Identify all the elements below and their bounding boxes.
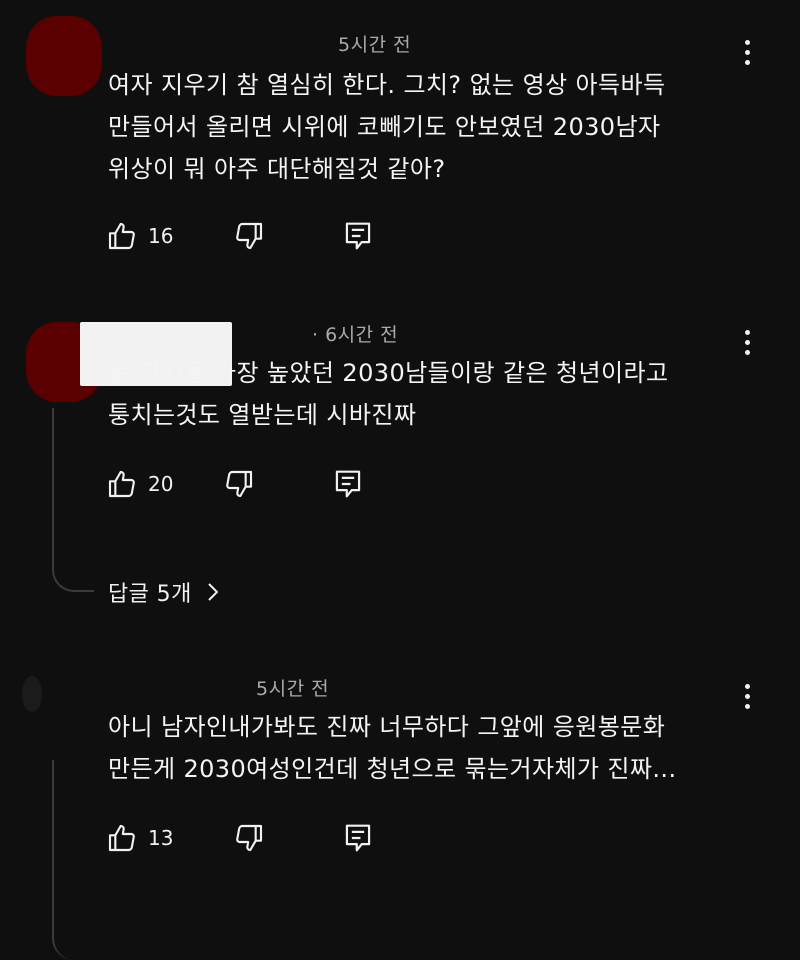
thumbs-down-icon (236, 824, 263, 852)
reply-icon (346, 222, 371, 250)
dislike-button[interactable] (223, 468, 255, 500)
comment-text: 아니 남자인내가봐도 진짜 너무하다 그앞에 응원봉문화 만든게 2030여성인… (108, 713, 677, 783)
chevron-right-icon (208, 583, 219, 601)
thumbs-down-icon (226, 470, 253, 498)
avatar[interactable] (22, 676, 42, 712)
like-button[interactable]: 16 (106, 220, 173, 252)
thread-line (52, 408, 94, 592)
comment-actions: 16 (106, 216, 373, 256)
replies-label: 답글 5개 (108, 582, 192, 607)
more-vert-icon (744, 683, 750, 689)
reply-icon (336, 470, 361, 498)
comment-time: 5시간 전 (338, 34, 412, 56)
thread-line (52, 760, 94, 960)
reply-button[interactable] (333, 468, 363, 500)
thumbs-up-icon (108, 222, 135, 250)
reply-button[interactable] (343, 822, 373, 854)
like-button[interactable]: 13 (106, 822, 173, 854)
reply-button[interactable] (343, 220, 373, 252)
comment-text: 여자 지우기 참 열심히 한다. 그치? 없는 영상 아득바득 만들어서 올리면… (108, 71, 666, 183)
dislike-button[interactable] (233, 822, 265, 854)
comment-time: 5시간 전 (256, 678, 330, 700)
dislike-button[interactable] (233, 220, 265, 252)
like-button[interactable]: 20 (106, 468, 173, 500)
thumbs-up-icon (108, 470, 135, 498)
comment-time: · 6시간 전 (312, 324, 399, 346)
like-count: 16 (148, 224, 174, 248)
comment-actions: 13 (106, 818, 373, 858)
thumbs-up-icon (108, 824, 135, 852)
comment-text: 윤 지지율 가장 높았던 2030남들이랑 같은 청년이라고 퉁치는것도 열받는… (108, 359, 669, 429)
thumbs-down-icon (236, 222, 263, 250)
comment-actions: 20 (106, 464, 363, 504)
like-count: 20 (148, 472, 174, 496)
more-vert-icon (744, 39, 750, 45)
reply-icon (346, 824, 371, 852)
like-count: 13 (148, 826, 174, 850)
more-vert-icon (744, 329, 750, 335)
avatar[interactable] (26, 16, 102, 96)
view-replies-button[interactable]: 답글 5개 (108, 576, 220, 608)
